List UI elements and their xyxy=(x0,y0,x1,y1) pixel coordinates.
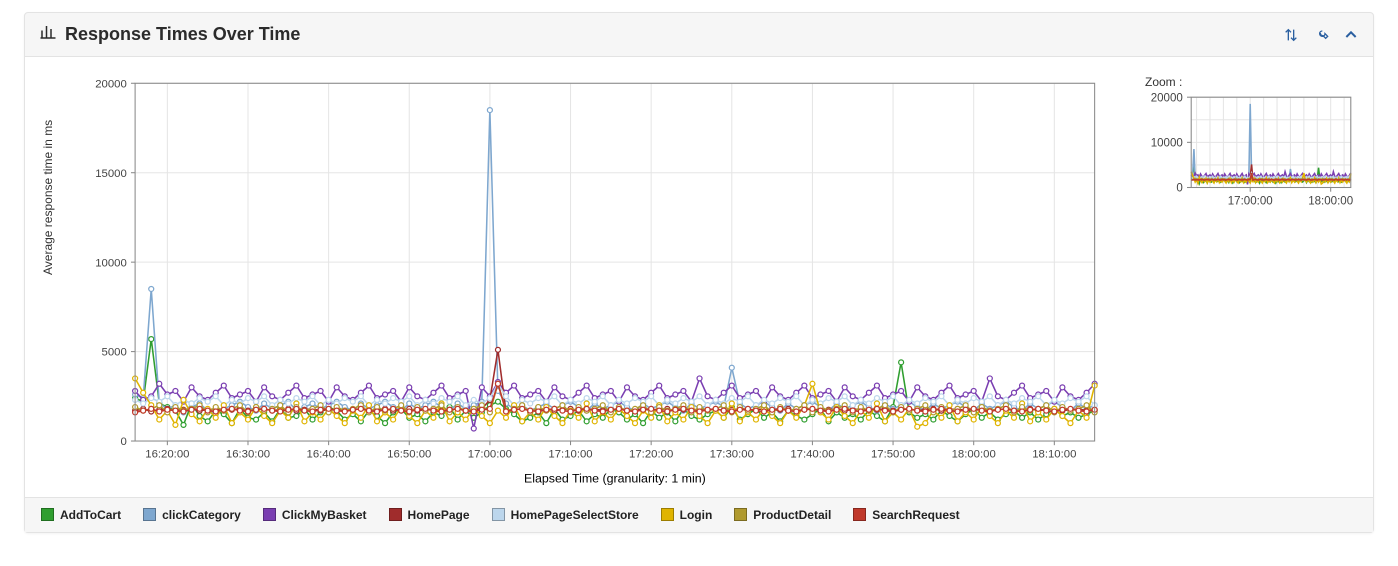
svg-text:17:20:00: 17:20:00 xyxy=(629,449,673,461)
legend-item-login[interactable]: Login xyxy=(661,508,713,522)
legend: AddToCart clickCategory ClickMyBasket HomeP… xyxy=(25,497,1373,532)
legend-item-clickmybasket[interactable]: ClickMyBasket xyxy=(263,508,367,522)
panel-header: Response Times Over Time xyxy=(25,13,1373,57)
legend-swatch-icon xyxy=(143,508,156,521)
svg-text:17:00:00: 17:00:00 xyxy=(468,449,512,461)
svg-text:18:10:00: 18:10:00 xyxy=(1032,449,1076,461)
legend-swatch-icon xyxy=(492,508,505,521)
legend-label: ClickMyBasket xyxy=(282,508,367,522)
svg-text:16:40:00: 16:40:00 xyxy=(307,449,351,461)
wrench-icon[interactable] xyxy=(1313,27,1329,43)
panel-response-times: Response Times Over Time xyxy=(24,12,1374,533)
legend-item-clickcategory[interactable]: clickCategory xyxy=(143,508,241,522)
panel-body: Average response time in ms 0 5000 10000 15… xyxy=(25,57,1373,497)
sort-icon[interactable] xyxy=(1283,27,1299,43)
legend-label: Login xyxy=(680,508,713,522)
main-chart[interactable]: Average response time in ms 0 5000 10000 15… xyxy=(43,75,1105,489)
svg-text:15000: 15000 xyxy=(95,168,127,180)
legend-item-productdetail[interactable]: ProductDetail xyxy=(734,508,831,522)
legend-label: HomePageSelectStore xyxy=(511,508,639,522)
panel-title-wrap: Response Times Over Time xyxy=(39,23,300,46)
svg-text:17:30:00: 17:30:00 xyxy=(710,449,754,461)
legend-label: clickCategory xyxy=(162,508,241,522)
svg-text:10000: 10000 xyxy=(1151,138,1183,150)
legend-label: HomePage xyxy=(408,508,470,522)
svg-text:0: 0 xyxy=(1176,183,1182,195)
svg-text:18:00:00: 18:00:00 xyxy=(952,449,996,461)
svg-text:17:00:00: 17:00:00 xyxy=(1228,195,1273,207)
svg-text:17:50:00: 17:50:00 xyxy=(871,449,915,461)
svg-text:17:40:00: 17:40:00 xyxy=(790,449,834,461)
legend-item-searchrequest[interactable]: SearchRequest xyxy=(853,508,959,522)
svg-text:16:50:00: 16:50:00 xyxy=(387,449,431,461)
legend-item-homepage[interactable]: HomePage xyxy=(389,508,470,522)
legend-swatch-icon xyxy=(661,508,674,521)
legend-swatch-icon xyxy=(389,508,402,521)
legend-swatch-icon xyxy=(263,508,276,521)
svg-text:Elapsed Time (granularity: 1 m: Elapsed Time (granularity: 1 min) xyxy=(524,471,706,485)
legend-swatch-icon xyxy=(734,508,747,521)
legend-label: AddToCart xyxy=(60,508,121,522)
svg-text:5000: 5000 xyxy=(102,347,127,359)
legend-item-homepageselectstore[interactable]: HomePageSelectStore xyxy=(492,508,639,522)
svg-text:16:20:00: 16:20:00 xyxy=(145,449,189,461)
svg-text:18:00:00: 18:00:00 xyxy=(1308,195,1353,207)
legend-label: ProductDetail xyxy=(753,508,831,522)
svg-text:10000: 10000 xyxy=(95,257,127,269)
mini-chart[interactable]: 0 10000 20000 17:00:00 18:00:00 xyxy=(1145,93,1355,209)
svg-text:16:30:00: 16:30:00 xyxy=(226,449,270,461)
legend-swatch-icon xyxy=(853,508,866,521)
legend-swatch-icon xyxy=(41,508,54,521)
zoom-label: Zoom : xyxy=(1145,75,1355,89)
svg-text:0: 0 xyxy=(121,436,127,448)
panel-actions xyxy=(1283,27,1359,43)
zoom-panel: Zoom : 0 10000 20000 17:00:00 18:00:00 xyxy=(1145,75,1355,209)
svg-text:17:10:00: 17:10:00 xyxy=(548,449,592,461)
panel-title: Response Times Over Time xyxy=(65,24,300,45)
bar-chart-icon xyxy=(39,23,57,46)
svg-text:20000: 20000 xyxy=(95,78,127,90)
svg-text:20000: 20000 xyxy=(1151,93,1183,104)
legend-item-addtocart[interactable]: AddToCart xyxy=(41,508,121,522)
legend-label: SearchRequest xyxy=(872,508,959,522)
chevron-up-icon[interactable] xyxy=(1343,27,1359,43)
y-axis-label: Average response time in ms xyxy=(41,120,55,275)
